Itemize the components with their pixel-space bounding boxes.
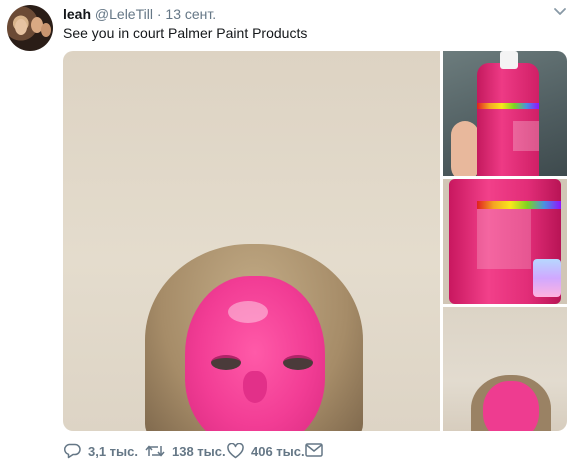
retweet-count: 138 тыс.: [172, 443, 226, 459]
heart-icon: [227, 443, 244, 459]
like-button[interactable]: 406 тыс.: [227, 443, 305, 459]
tweet-media-grid: [63, 51, 567, 431]
photo-bottle-label[interactable]: [443, 179, 567, 304]
pink-face-shape: [483, 381, 539, 431]
eye-shape: [283, 355, 313, 370]
nose-shape: [243, 371, 267, 403]
reply-icon: [63, 443, 81, 459]
tweet-text: See you in court Palmer Paint Products: [63, 25, 308, 41]
avatar-face: [41, 23, 51, 37]
photo-pink-face[interactable]: [63, 51, 440, 431]
message-button[interactable]: [305, 443, 330, 457]
bottle-label: [513, 121, 539, 151]
photo-pink-face-small[interactable]: [443, 307, 567, 431]
chevron-down-icon[interactable]: [553, 6, 567, 18]
author-name[interactable]: leah: [63, 6, 91, 22]
avatar-face: [15, 19, 27, 35]
author-handle[interactable]: @LeleTill: [95, 6, 153, 22]
bottle-cap: [500, 51, 518, 69]
like-count: 406 тыс.: [251, 443, 305, 459]
glitter-label: [533, 259, 561, 297]
retweet-icon: [145, 445, 165, 457]
photo-bottle-front[interactable]: [443, 51, 567, 176]
bottle-label: [477, 209, 531, 269]
tweet-header: leah @LeleTill · 13 сент.: [63, 5, 216, 23]
author-avatar[interactable]: [7, 5, 53, 51]
pink-face-shape: [185, 276, 325, 431]
glitter-shine: [228, 301, 268, 323]
reply-count: 3,1 тыс.: [88, 443, 138, 459]
tweet-date[interactable]: 13 сент.: [165, 6, 216, 22]
reply-button[interactable]: 3,1 тыс.: [63, 443, 138, 459]
rainbow-stripe: [477, 201, 561, 209]
eye-shape: [211, 355, 241, 370]
bottle-shape: [477, 63, 539, 176]
separator: ·: [156, 6, 162, 22]
envelope-icon: [305, 443, 323, 457]
finger-shape: [451, 121, 479, 176]
retweet-button[interactable]: 138 тыс.: [145, 443, 226, 459]
rainbow-stripe: [477, 103, 539, 109]
